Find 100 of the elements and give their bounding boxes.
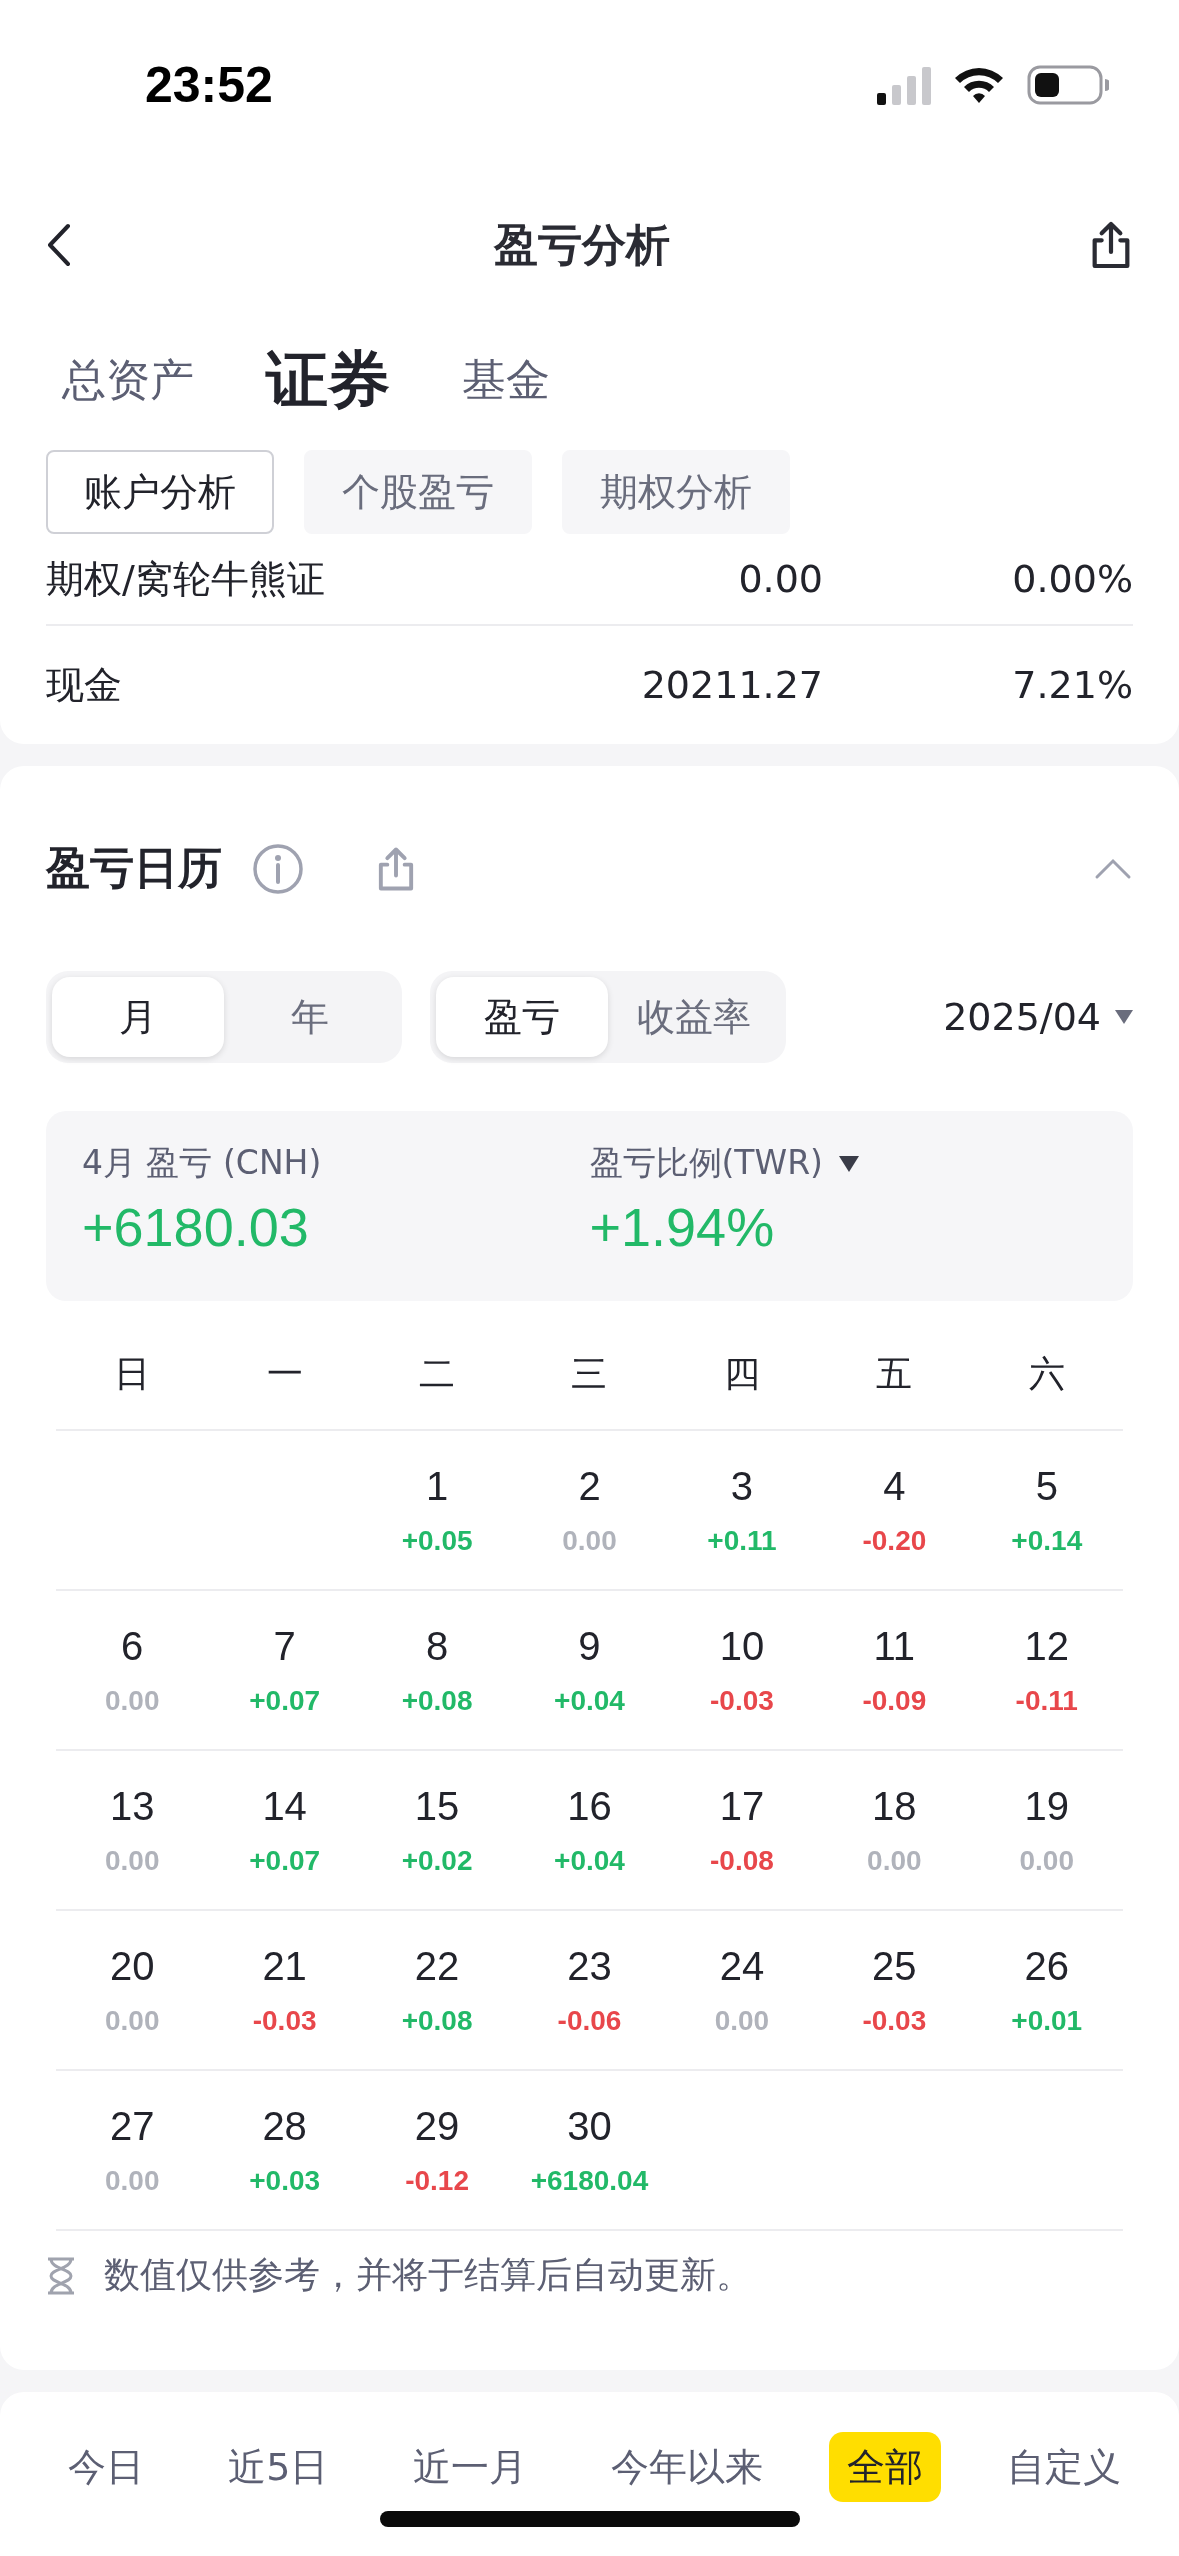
day-number[interactable]: 24 [719,1943,765,1989]
day-pnl: +0.01 [1011,2004,1083,2037]
weekday-label: 三 [570,1351,609,1396]
day-number[interactable]: 7 [273,1623,296,1669]
day-pnl: -0.03 [710,1684,774,1717]
day-number[interactable]: 27 [109,2103,155,2149]
weekday-label: 日 [113,1351,152,1396]
metric-option[interactable]: 收益率 [608,977,780,1057]
day-number[interactable]: 17 [719,1783,765,1829]
day-number[interactable]: 16 [567,1783,612,1829]
day-pnl: +0.07 [249,1684,321,1717]
month-picker[interactable]: 2025/04 [943,995,1133,1039]
day-number[interactable]: 26 [1024,1943,1069,1989]
day-pnl: 0.00 [104,2164,160,2197]
weekday-label: 六 [1027,1351,1066,1396]
day-pnl: -0.08 [710,1844,774,1877]
day-pnl: 0.00 [104,2004,160,2037]
day-pnl: -0.03 [862,2004,927,2037]
day-pnl: -0.20 [862,1524,927,1557]
weekday-label: 四 [722,1351,761,1396]
asset-tab[interactable]: 证券 [266,338,390,422]
day-number[interactable]: 22 [414,1943,460,1989]
range-tab[interactable]: 近5日 [210,2432,347,2502]
day-pnl: +0.08 [401,1684,473,1717]
hourglass-icon [46,2256,76,2295]
day-number[interactable]: 30 [567,2103,612,2149]
day-pnl: 0.00 [104,1844,160,1877]
day-pnl: 0.00 [1019,1844,1074,1877]
holding-amount: 20211.27 [640,663,823,707]
day-pnl: 0.00 [104,1684,160,1717]
range-tab[interactable]: 今年以来 [592,2432,781,2502]
day-pnl: -0.03 [252,2004,317,2037]
day-number[interactable]: 11 [873,1623,916,1669]
analysis-tab[interactable]: 个股盈亏 [304,450,532,534]
section-title: 盈亏日历 [46,841,222,895]
holding-ratio: 0.00% [1011,557,1133,601]
day-pnl: +0.02 [401,1844,473,1877]
signal-icon [877,65,931,105]
wifi-icon [953,65,1005,105]
day-number[interactable]: 25 [872,1943,917,1989]
range-tab[interactable]: 全部 [828,2432,941,2502]
day-pnl: +0.14 [1011,1524,1083,1557]
day-pnl: +0.03 [249,2164,321,2197]
day-pnl: -0.09 [862,1684,927,1717]
day-pnl: +0.08 [401,2004,473,2037]
day-number[interactable]: 29 [414,2103,460,2149]
disclaimer-note: 数值仅供参考，并将于结算后自动更新。 [104,2253,752,2297]
dropdown-icon [1115,1010,1133,1024]
day-number[interactable]: 1 [425,1463,449,1509]
day-number[interactable]: 21 [262,1943,307,1989]
dropdown-icon[interactable] [838,1155,859,1172]
weekday-label: 五 [875,1351,914,1396]
day-number[interactable]: 18 [872,1783,917,1829]
holding-name: 期权/窝轮牛熊证 [46,555,326,603]
period-option[interactable]: 年 [224,977,396,1057]
battery-icon [1027,65,1109,105]
day-pnl: +0.04 [554,1684,625,1717]
day-number[interactable]: 14 [262,1783,307,1829]
day-number[interactable]: 10 [719,1623,765,1669]
status-time: 23:52 [145,56,273,114]
holding-amount: 0.00 [737,557,823,601]
day-pnl: +6180.04 [530,2164,649,2197]
day-number[interactable]: 8 [425,1623,449,1669]
day-pnl: 0.00 [714,2004,770,2037]
day-pnl: -0.06 [557,2004,622,2037]
day-pnl: -0.11 [1015,1684,1078,1717]
holding-ratio: 7.21% [1011,663,1133,707]
ratio-value: +1.94% [589,1196,776,1258]
day-number[interactable]: 19 [1024,1783,1069,1829]
day-number[interactable]: 12 [1024,1623,1069,1669]
day-pnl: +0.07 [249,1844,321,1877]
asset-tab[interactable]: 总资产 [62,350,194,410]
weekday-label: 一 [265,1351,304,1396]
pnl-value: +6180.03 [82,1196,310,1258]
day-pnl: -0.12 [405,2164,469,2197]
day-number[interactable]: 15 [414,1783,460,1829]
range-tab[interactable]: 今日 [50,2432,162,2502]
day-number[interactable]: 20 [109,1943,155,1989]
day-pnl: 0.00 [867,1844,922,1877]
day-number[interactable]: 23 [567,1943,612,1989]
day-number[interactable]: 28 [262,2103,307,2149]
day-number[interactable]: 5 [1035,1463,1058,1509]
analysis-tab[interactable]: 账户分析 [46,450,274,534]
day-number[interactable]: 6 [121,1623,144,1669]
range-tab[interactable]: 近一月 [394,2432,545,2502]
asset-tab[interactable]: 基金 [462,350,550,410]
metric-option[interactable]: 盈亏 [436,977,608,1057]
pnl-label: 4月 盈亏 (CNH) [82,1142,323,1184]
day-number[interactable]: 2 [578,1463,601,1509]
day-pnl: +0.04 [554,1844,625,1877]
day-pnl: +0.05 [401,1524,473,1557]
page-title: 盈亏分析 [493,217,670,272]
day-number[interactable]: 4 [883,1463,906,1509]
holding-name: 现金 [46,661,123,709]
day-number[interactable]: 3 [730,1463,754,1509]
range-tab[interactable]: 自定义 [988,2432,1139,2502]
analysis-tab[interactable]: 期权分析 [562,450,790,534]
day-number[interactable]: 13 [109,1783,155,1829]
period-option[interactable]: 月 [52,977,224,1057]
day-number[interactable]: 9 [578,1623,601,1669]
